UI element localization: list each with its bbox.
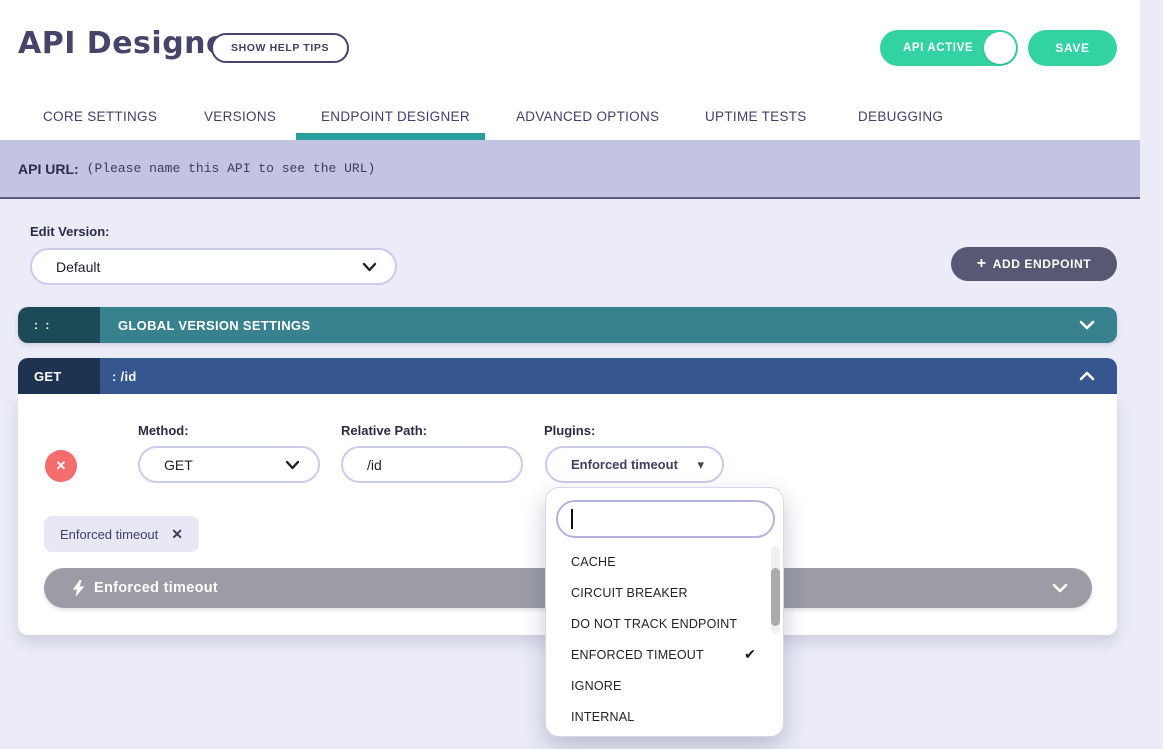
check-icon: ✔ (744, 646, 756, 663)
chevron-down-icon[interactable] (1052, 583, 1068, 593)
add-endpoint-button[interactable]: + ADD ENDPOINT (951, 247, 1117, 281)
dropdown-scrollbar-thumb[interactable] (771, 568, 780, 626)
api-url-bar: API URL: (Please name this API to see th… (0, 140, 1140, 199)
remove-plugin-icon[interactable]: ✕ (171, 526, 183, 543)
plugin-option-ignore[interactable]: IGNORE (546, 670, 783, 701)
relative-path-field-label: Relative Path: (341, 423, 427, 438)
plugin-search-input[interactable] (556, 500, 775, 538)
tab-core-settings[interactable]: CORE SETTINGS (43, 108, 157, 125)
caret-down-icon: ▾ (697, 460, 704, 470)
page-header: API Designer SHOW HELP TIPS API ACTIVE S… (0, 0, 1140, 140)
drag-handle-icon[interactable]: : : (18, 307, 100, 343)
plugin-option-enforced-timeout[interactable]: ENFORCED TIMEOUT ✔ (546, 639, 783, 670)
method-field-label: Method: (138, 423, 189, 438)
api-url-value: (Please name this API to see the URL) (87, 161, 376, 176)
method-select[interactable]: GET (138, 446, 320, 483)
method-select-value: GET (164, 457, 285, 473)
remove-endpoint-button[interactable]: ✕ (45, 450, 77, 482)
toggle-knob-icon[interactable] (984, 32, 1016, 64)
endpoint-bar-get-id[interactable]: GET : /id (18, 358, 1117, 394)
add-endpoint-label: ADD ENDPOINT (993, 257, 1092, 271)
save-button[interactable]: SAVE (1028, 30, 1117, 66)
edit-version-label: Edit Version: (30, 224, 109, 239)
plus-icon: + (977, 258, 987, 270)
tab-endpoint-designer[interactable]: ENDPOINT DESIGNER (321, 108, 470, 125)
endpoint-method-badge: GET (18, 358, 100, 394)
page-title: API Designer (18, 26, 242, 61)
plugins-field-label: Plugins: (544, 423, 595, 438)
api-designer-page: API Designer SHOW HELP TIPS API ACTIVE S… (0, 0, 1163, 749)
endpoint-path-label: : /id (112, 369, 1079, 384)
tab-versions[interactable]: VERSIONS (204, 108, 276, 125)
close-icon: ✕ (56, 458, 67, 474)
tab-uptime-tests[interactable]: UPTIME TESTS (705, 108, 807, 125)
global-version-settings-label: GLOBAL VERSION SETTINGS (118, 318, 1079, 333)
chevron-down-icon (285, 460, 300, 470)
plugin-option-cache[interactable]: CACHE (546, 546, 783, 577)
chevron-up-icon[interactable] (1079, 371, 1095, 381)
plugins-dropdown-panel: CACHE CIRCUIT BREAKER DO NOT TRACK ENDPO… (545, 487, 784, 737)
show-help-tips-button[interactable]: SHOW HELP TIPS (211, 33, 349, 63)
plugin-option-circuit-breaker[interactable]: CIRCUIT BREAKER (546, 577, 783, 608)
api-active-label: API ACTIVE (903, 42, 973, 54)
chevron-down-icon (362, 262, 377, 272)
edit-version-select[interactable]: Default (30, 248, 397, 285)
api-url-label: API URL: (18, 161, 79, 177)
text-cursor (571, 509, 573, 529)
chevron-down-icon[interactable] (1079, 320, 1095, 330)
plugin-tag-label: Enforced timeout (60, 527, 158, 542)
active-tab-indicator (296, 133, 485, 140)
bolt-icon (72, 580, 85, 597)
plugins-multiselect[interactable]: Enforced timeout ▾ (545, 446, 724, 483)
plugin-option-internal[interactable]: INTERNAL (546, 701, 783, 732)
relative-path-input[interactable] (341, 446, 523, 483)
edit-version-value: Default (56, 259, 362, 275)
plugins-select-value: Enforced timeout (571, 457, 697, 472)
global-version-settings-bar[interactable]: : : GLOBAL VERSION SETTINGS (18, 307, 1117, 343)
plugin-option-do-not-track-endpoint[interactable]: DO NOT TRACK ENDPOINT (546, 608, 783, 639)
api-active-toggle[interactable]: API ACTIVE (880, 30, 1018, 66)
tab-advanced-options[interactable]: ADVANCED OPTIONS (516, 108, 659, 125)
selected-plugin-tag: Enforced timeout ✕ (44, 516, 199, 552)
tab-debugging[interactable]: DEBUGGING (858, 108, 943, 125)
plugin-options-list: CACHE CIRCUIT BREAKER DO NOT TRACK ENDPO… (546, 546, 783, 732)
